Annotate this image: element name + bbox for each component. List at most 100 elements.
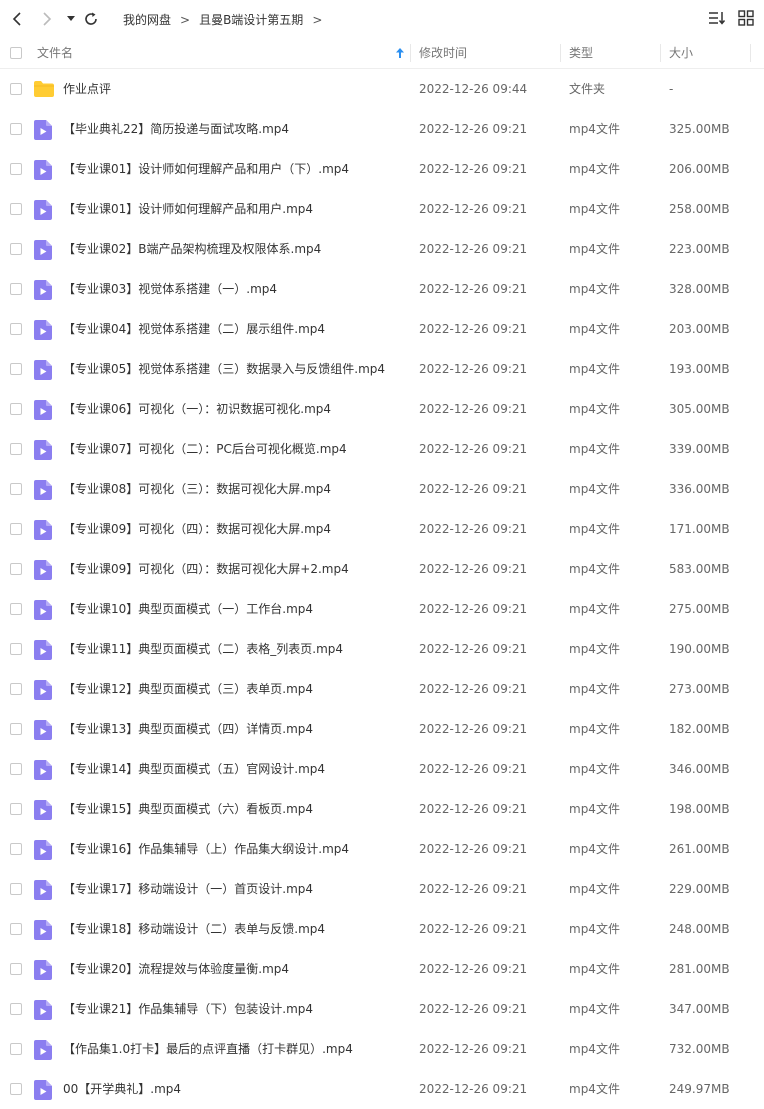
file-name[interactable]: 【专业课06】可视化（一）：初识数据可视化.mp4 — [63, 389, 331, 429]
row-checkbox[interactable] — [10, 723, 22, 735]
row-checkbox[interactable] — [10, 283, 22, 295]
row-checkbox[interactable] — [10, 123, 22, 135]
back-button[interactable] — [8, 10, 26, 28]
column-header-size[interactable]: 大小 — [669, 38, 693, 68]
file-row[interactable]: 【专业课17】移动端设计（一）首页设计.mp4 2022-12-26 09:21… — [0, 869, 764, 909]
row-checkbox[interactable] — [10, 683, 22, 695]
file-row[interactable]: 作业点评 2022-12-26 09:44 文件夹 - — [0, 69, 764, 109]
row-checkbox[interactable] — [10, 923, 22, 935]
video-file-icon — [34, 560, 52, 580]
column-divider[interactable] — [560, 44, 561, 62]
file-row[interactable]: 【专业课07】可视化（二）：PC后台可视化概览.mp4 2022-12-26 0… — [0, 429, 764, 469]
breadcrumb-item-root[interactable]: 我的网盘 — [123, 13, 171, 27]
file-name[interactable]: 【专业课02】B端产品架构梳理及权限体系.mp4 — [63, 229, 321, 269]
file-row[interactable]: 【专业课09】可视化（四）：数据可视化大屏.mp4 2022-12-26 09:… — [0, 509, 764, 549]
file-row[interactable]: 【专业课08】可视化（三）：数据可视化大屏.mp4 2022-12-26 09:… — [0, 469, 764, 509]
row-checkbox[interactable] — [10, 803, 22, 815]
column-divider[interactable] — [410, 44, 411, 62]
file-row[interactable]: 【专业课21】作品集辅导（下）包装设计.mp4 2022-12-26 09:21… — [0, 989, 764, 1029]
file-name[interactable]: 【专业课04】视觉体系搭建（二）展示组件.mp4 — [63, 309, 325, 349]
file-row[interactable]: 【专业课09】可视化（四）：数据可视化大屏+2.mp4 2022-12-26 0… — [0, 549, 764, 589]
file-row[interactable]: 00【开学典礼】.mp4 2022-12-26 09:21 mp4文件 249.… — [0, 1069, 764, 1109]
grid-view-button[interactable] — [738, 10, 754, 29]
file-name[interactable]: 【专业课17】移动端设计（一）首页设计.mp4 — [63, 869, 313, 909]
file-name[interactable]: 【作品集1.0打卡】最后的点评直播（打卡群见）.mp4 — [63, 1029, 353, 1069]
file-row[interactable]: 【专业课20】流程提效与体验度量衡.mp4 2022-12-26 09:21 m… — [0, 949, 764, 989]
row-checkbox[interactable] — [10, 1083, 22, 1095]
row-checkbox[interactable] — [10, 163, 22, 175]
row-checkbox[interactable] — [10, 83, 22, 95]
file-name[interactable]: 【专业课16】作品集辅导（上）作品集大纲设计.mp4 — [63, 829, 349, 869]
row-checkbox[interactable] — [10, 523, 22, 535]
file-row[interactable]: 【专业课18】移动端设计（二）表单与反馈.mp4 2022-12-26 09:2… — [0, 909, 764, 949]
file-name[interactable]: 【专业课07】可视化（二）：PC后台可视化概览.mp4 — [63, 429, 347, 469]
refresh-button[interactable] — [82, 10, 100, 28]
file-name[interactable]: 【专业课14】典型页面模式（五）官网设计.mp4 — [63, 749, 325, 789]
file-row[interactable]: 【专业课05】视觉体系搭建（三）数据录入与反馈组件.mp4 2022-12-26… — [0, 349, 764, 389]
file-name[interactable]: 【专业课11】典型页面模式（二）表格_列表页.mp4 — [63, 629, 343, 669]
row-checkbox[interactable] — [10, 483, 22, 495]
file-name[interactable]: 【专业课01】设计师如何理解产品和用户（下）.mp4 — [63, 149, 349, 189]
row-checkbox[interactable] — [10, 363, 22, 375]
file-row[interactable]: 【专业课16】作品集辅导（上）作品集大纲设计.mp4 2022-12-26 09… — [0, 829, 764, 869]
row-checkbox[interactable] — [10, 403, 22, 415]
row-checkbox[interactable] — [10, 763, 22, 775]
file-name[interactable]: 【专业课05】视觉体系搭建（三）数据录入与反馈组件.mp4 — [63, 349, 385, 389]
file-row[interactable]: 【专业课15】典型页面模式（六）看板页.mp4 2022-12-26 09:21… — [0, 789, 764, 829]
file-row[interactable]: 【专业课03】视觉体系搭建（一）.mp4 2022-12-26 09:21 mp… — [0, 269, 764, 309]
column-header-modified[interactable]: 修改时间 — [419, 38, 467, 68]
file-name[interactable]: 【专业课15】典型页面模式（六）看板页.mp4 — [63, 789, 313, 829]
row-checkbox[interactable] — [10, 883, 22, 895]
row-checkbox[interactable] — [10, 563, 22, 575]
file-row[interactable]: 【专业课12】典型页面模式（三）表单页.mp4 2022-12-26 09:21… — [0, 669, 764, 709]
row-checkbox[interactable] — [10, 1043, 22, 1055]
column-divider[interactable] — [750, 44, 751, 62]
row-checkbox[interactable] — [10, 1003, 22, 1015]
file-row[interactable]: 【专业课01】设计师如何理解产品和用户.mp4 2022-12-26 09:21… — [0, 189, 764, 229]
file-row[interactable]: 【专业课06】可视化（一）：初识数据可视化.mp4 2022-12-26 09:… — [0, 389, 764, 429]
row-checkbox[interactable] — [10, 443, 22, 455]
row-checkbox[interactable] — [10, 963, 22, 975]
row-checkbox[interactable] — [10, 203, 22, 215]
select-all-checkbox[interactable] — [10, 47, 22, 59]
column-header-type[interactable]: 类型 — [569, 38, 593, 68]
file-row[interactable]: 【专业课13】典型页面模式（四）详情页.mp4 2022-12-26 09:21… — [0, 709, 764, 749]
file-name[interactable]: 【专业课10】典型页面模式（一）工作台.mp4 — [63, 589, 313, 629]
column-divider[interactable] — [660, 44, 661, 62]
file-name[interactable]: 【专业课09】可视化（四）：数据可视化大屏+2.mp4 — [63, 549, 349, 589]
row-checkbox[interactable] — [10, 843, 22, 855]
file-name[interactable]: 【专业课09】可视化（四）：数据可视化大屏.mp4 — [63, 509, 331, 549]
file-row[interactable]: 【作品集1.0打卡】最后的点评直播（打卡群见）.mp4 2022-12-26 0… — [0, 1029, 764, 1069]
file-name[interactable]: 【毕业典礼22】简历投递与面试攻略.mp4 — [63, 109, 289, 149]
grid-view-icon — [738, 10, 754, 26]
row-checkbox[interactable] — [10, 323, 22, 335]
file-name[interactable]: 【专业课12】典型页面模式（三）表单页.mp4 — [63, 669, 313, 709]
file-name[interactable]: 【专业课08】可视化（三）：数据可视化大屏.mp4 — [63, 469, 331, 509]
file-size: 339.00MB — [669, 442, 730, 456]
history-dropdown-button[interactable] — [62, 10, 80, 28]
row-checkbox[interactable] — [10, 243, 22, 255]
file-name[interactable]: 【专业课13】典型页面模式（四）详情页.mp4 — [63, 709, 313, 749]
file-name[interactable]: 00【开学典礼】.mp4 — [63, 1069, 181, 1109]
file-row[interactable]: 【专业课01】设计师如何理解产品和用户（下）.mp4 2022-12-26 09… — [0, 149, 764, 189]
column-header-name[interactable]: 文件名 — [37, 38, 73, 68]
file-name[interactable]: 【专业课21】作品集辅导（下）包装设计.mp4 — [63, 989, 313, 1029]
file-row[interactable]: 【专业课14】典型页面模式（五）官网设计.mp4 2022-12-26 09:2… — [0, 749, 764, 789]
sort-button[interactable] — [708, 10, 726, 29]
breadcrumb-item-folder[interactable]: 且曼B端设计第五期 — [199, 13, 303, 27]
file-row[interactable]: 【专业课04】视觉体系搭建（二）展示组件.mp4 2022-12-26 09:2… — [0, 309, 764, 349]
file-row[interactable]: 【专业课10】典型页面模式（一）工作台.mp4 2022-12-26 09:21… — [0, 589, 764, 629]
row-checkbox[interactable] — [10, 603, 22, 615]
row-checkbox[interactable] — [10, 643, 22, 655]
file-name[interactable]: 【专业课20】流程提效与体验度量衡.mp4 — [63, 949, 289, 989]
file-row[interactable]: 【专业课11】典型页面模式（二）表格_列表页.mp4 2022-12-26 09… — [0, 629, 764, 669]
file-name[interactable]: 【专业课18】移动端设计（二）表单与反馈.mp4 — [63, 909, 325, 949]
file-row[interactable]: 【毕业典礼22】简历投递与面试攻略.mp4 2022-12-26 09:21 m… — [0, 109, 764, 149]
video-file-icon — [34, 1040, 52, 1060]
file-name[interactable]: 【专业课03】视觉体系搭建（一）.mp4 — [63, 269, 277, 309]
sort-ascending-icon[interactable] — [396, 48, 404, 58]
file-name[interactable]: 作业点评 — [63, 69, 111, 109]
forward-button[interactable] — [38, 10, 56, 28]
file-row[interactable]: 【专业课02】B端产品架构梳理及权限体系.mp4 2022-12-26 09:2… — [0, 229, 764, 269]
file-name[interactable]: 【专业课01】设计师如何理解产品和用户.mp4 — [63, 189, 313, 229]
